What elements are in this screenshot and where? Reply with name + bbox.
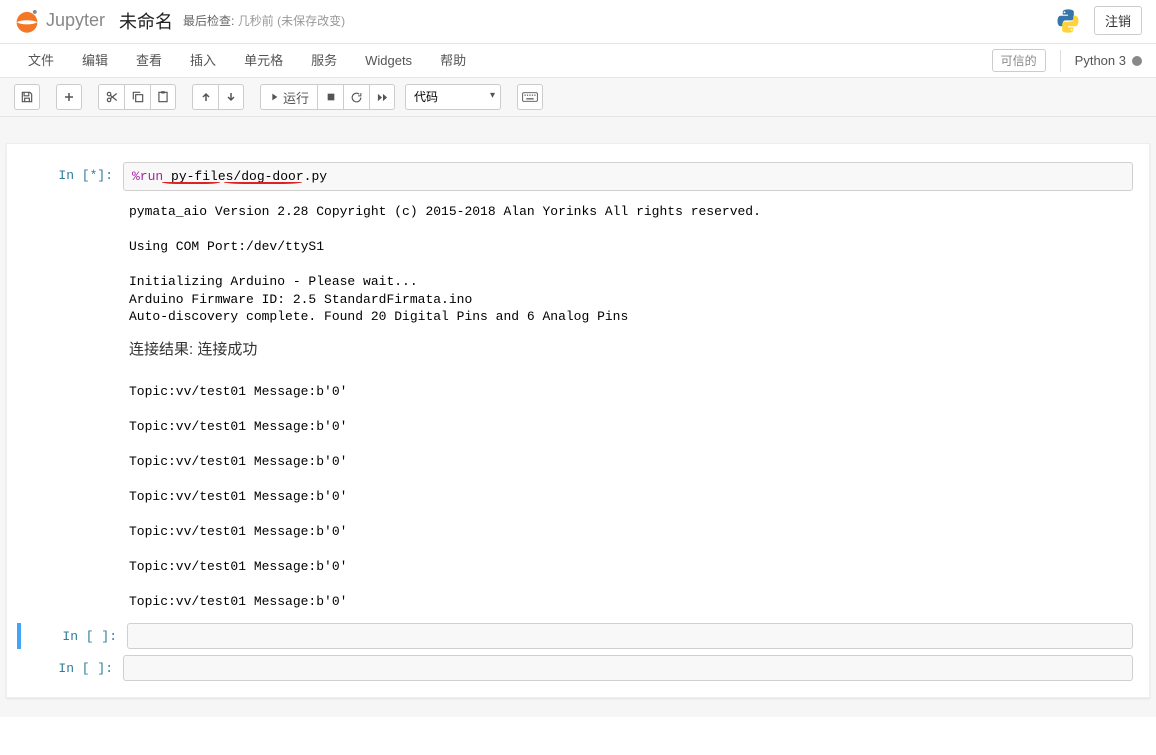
- menu-insert[interactable]: 插入: [176, 44, 230, 78]
- cut-button[interactable]: [98, 84, 124, 110]
- menu-file[interactable]: 文件: [14, 44, 68, 78]
- clipboard-group: [98, 84, 176, 110]
- cell-type-select[interactable]: 代码: [405, 84, 501, 110]
- divider: [1060, 50, 1061, 72]
- interrupt-button[interactable]: [317, 84, 343, 110]
- menu-edit[interactable]: 编辑: [68, 44, 122, 78]
- fast-forward-icon: [376, 92, 389, 103]
- input-prompt: In [ ]:: [23, 655, 123, 681]
- logo-text: Jupyter: [46, 10, 105, 31]
- menu-view[interactable]: 查看: [122, 44, 176, 78]
- scissors-icon: [105, 90, 119, 104]
- header-bar: Jupyter 未命名 最后检查: 几秒前 (未保存改变) 注销: [0, 0, 1156, 44]
- command-palette-button[interactable]: [517, 84, 543, 110]
- kernel-indicator[interactable]: Python 3: [1075, 53, 1142, 68]
- menu-widgets[interactable]: Widgets: [351, 44, 426, 78]
- code-input[interactable]: [127, 623, 1133, 649]
- jupyter-icon: [14, 8, 40, 34]
- move-up-button[interactable]: [192, 84, 218, 110]
- checkpoint-status: 最后检查: 几秒前 (未保存改变): [183, 12, 345, 29]
- code-cell[interactable]: In [ ]:: [17, 655, 1139, 681]
- restart-button[interactable]: [343, 84, 369, 110]
- paste-button[interactable]: [150, 84, 176, 110]
- run-step-icon: [269, 92, 279, 102]
- stop-icon: [326, 92, 336, 102]
- notebook-title[interactable]: 未命名: [119, 8, 173, 34]
- output-text: pymata_aio Version 2.28 Copyright (c) 20…: [129, 203, 1139, 326]
- kernel-busy-icon: [1132, 56, 1142, 66]
- code-input[interactable]: %run py-files/dog-door.py: [123, 162, 1133, 191]
- menu-bar: 文件 编辑 查看 插入 单元格 服务 Widgets 帮助 可信的 Python…: [0, 44, 1156, 78]
- arrow-up-icon: [200, 91, 212, 103]
- run-button[interactable]: 运行: [260, 84, 317, 110]
- code-cell[interactable]: In [*]: %run py-files/dog-door.py: [17, 162, 1139, 191]
- toolbar: 运行 代码: [0, 78, 1156, 117]
- move-down-button[interactable]: [218, 84, 244, 110]
- cell-output: pymata_aio Version 2.28 Copyright (c) 20…: [17, 197, 1139, 326]
- copy-button[interactable]: [124, 84, 150, 110]
- cell-output: Topic:vv/test01 Message:b'0' Topic:vv/te…: [17, 377, 1139, 611]
- output-text-cn: 连接结果: 连接成功: [17, 338, 1139, 377]
- logout-button[interactable]: 注销: [1094, 6, 1142, 35]
- python-icon: [1054, 7, 1082, 35]
- arrow-down-icon: [225, 91, 237, 103]
- jupyter-logo[interactable]: Jupyter: [14, 8, 105, 34]
- code-cell[interactable]: In [ ]:: [17, 623, 1139, 649]
- restart-run-all-button[interactable]: [369, 84, 395, 110]
- input-prompt: In [ ]:: [27, 623, 127, 649]
- annotation-underline: [224, 178, 302, 184]
- annotation-underline: [162, 178, 220, 184]
- run-group: 运行: [260, 84, 395, 110]
- save-icon: [20, 90, 34, 104]
- code-input[interactable]: [123, 655, 1133, 681]
- menu-help[interactable]: 帮助: [426, 44, 480, 78]
- paste-icon: [156, 90, 170, 104]
- trusted-badge[interactable]: 可信的: [992, 49, 1046, 72]
- output-text: Topic:vv/test01 Message:b'0' Topic:vv/te…: [129, 383, 1139, 611]
- move-group: [192, 84, 244, 110]
- menu-cell[interactable]: 单元格: [230, 44, 297, 78]
- input-prompt: In [*]:: [23, 162, 123, 191]
- notebook-container: In [*]: %run py-files/dog-door.py pymata…: [0, 117, 1156, 717]
- plus-icon: [63, 91, 75, 103]
- refresh-icon: [350, 91, 363, 104]
- notebook-inner: In [*]: %run py-files/dog-door.py pymata…: [6, 143, 1150, 698]
- keyboard-icon: [522, 91, 538, 103]
- menu-kernel[interactable]: 服务: [297, 44, 351, 78]
- add-cell-button[interactable]: [56, 84, 82, 110]
- copy-icon: [131, 90, 145, 104]
- save-button[interactable]: [14, 84, 40, 110]
